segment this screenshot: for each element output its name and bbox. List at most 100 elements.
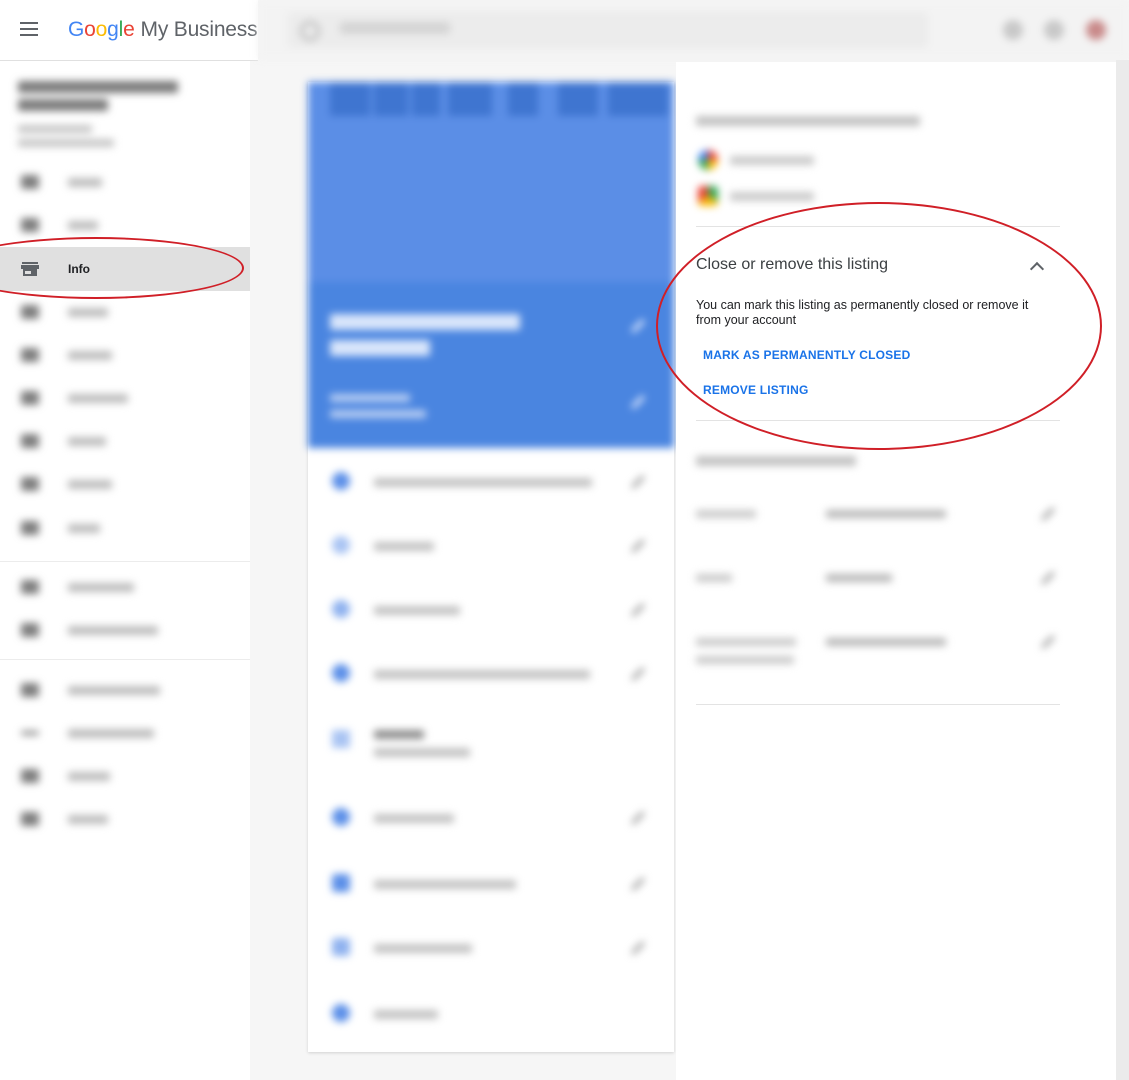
sidebar-item-create-ad[interactable]: [0, 566, 250, 608]
top-bar-brand-area: Google My Business: [0, 0, 258, 61]
sidebar-item-label: [68, 686, 160, 695]
row-label: [696, 510, 756, 518]
sidebar-item-insights[interactable]: [0, 291, 250, 333]
adwords-phone-row[interactable]: [696, 634, 1060, 702]
sidebar-item-label: Info: [68, 262, 90, 276]
services-row[interactable]: [308, 708, 674, 772]
avatar[interactable]: [1086, 20, 1106, 40]
row-value: [826, 638, 946, 646]
hours-row[interactable]: [308, 514, 674, 578]
camera-icon: [332, 1004, 350, 1022]
sidebar: Info: [0, 61, 250, 1080]
chevron-up-icon[interactable]: [1029, 261, 1045, 277]
edit-description-icon[interactable]: [630, 876, 646, 892]
logo-letter: g: [107, 18, 119, 41]
sidebar-item-messaging[interactable]: [0, 377, 250, 419]
sidebar-item-linked-accounts[interactable]: [0, 712, 250, 754]
locations-icon: [21, 683, 39, 697]
phone-value: [374, 606, 460, 615]
sidebar-item-label: [68, 308, 108, 317]
edit-icon[interactable]: [1040, 634, 1056, 650]
edit-attributes-icon[interactable]: [630, 810, 646, 826]
skyline-image: [308, 82, 674, 282]
edit-address-icon[interactable]: [630, 474, 646, 490]
opening-date-row[interactable]: [308, 916, 674, 980]
right-panel: Close or remove this listing You can mar…: [676, 62, 1116, 1080]
logo-product-name: My Business: [140, 18, 258, 41]
business-name: [18, 81, 188, 117]
top-bar: Google My Business: [0, 0, 1129, 62]
sidebar-item-home[interactable]: [0, 161, 250, 203]
messaging-icon: [21, 391, 39, 405]
sidebar-item-website[interactable]: [0, 463, 250, 505]
labels-row[interactable]: [696, 570, 1060, 638]
sidebar-divider: [0, 561, 250, 562]
photos-row[interactable]: [308, 982, 674, 1046]
sidebar-item-posts[interactable]: [0, 204, 250, 246]
search-icon: [300, 21, 320, 41]
sidebar-item-info[interactable]: Info: [0, 247, 250, 291]
mark-permanently-closed-button[interactable]: MARK AS PERMANENTLY CLOSED: [703, 348, 910, 362]
website-icon: [21, 477, 39, 491]
opening-date-value: [374, 944, 472, 953]
sidebar-item-support[interactable]: [0, 798, 250, 840]
sidebar-item-photos[interactable]: [0, 420, 250, 462]
edit-phone-icon[interactable]: [630, 602, 646, 618]
phone-icon: [332, 600, 350, 618]
sidebar-item-settings[interactable]: [0, 755, 250, 797]
divider: [696, 420, 1060, 421]
business-info-card: [308, 82, 674, 1052]
edit-name-icon[interactable]: [630, 318, 646, 334]
address-value: [374, 478, 592, 487]
edit-opening-date-icon[interactable]: [630, 940, 646, 956]
page-scrollbar[interactable]: [1116, 60, 1129, 1080]
posts-icon: [21, 218, 39, 232]
menu-icon[interactable]: [20, 22, 38, 36]
row-value: [826, 574, 892, 582]
cover-photo[interactable]: [308, 82, 674, 448]
edit-icon[interactable]: [1040, 570, 1056, 586]
google-my-business-logo[interactable]: Google My Business: [68, 18, 258, 42]
remove-listing-button[interactable]: REMOVE LISTING: [703, 383, 808, 397]
divider: [696, 226, 1060, 227]
sidebar-item-add-location[interactable]: [0, 609, 250, 651]
divider: [696, 704, 1060, 705]
edit-hours-icon[interactable]: [630, 538, 646, 554]
edit-category-icon[interactable]: [630, 394, 646, 410]
logo-letter: G: [68, 18, 85, 41]
top-bar-search-area: [258, 0, 1129, 60]
row-label: [696, 638, 796, 646]
search-box[interactable]: [288, 12, 928, 48]
description-row[interactable]: [308, 852, 674, 916]
sidebar-item-users[interactable]: [0, 507, 250, 549]
edit-icon[interactable]: [1040, 506, 1056, 522]
store-code-row[interactable]: [696, 506, 1060, 574]
attributes-row[interactable]: [308, 786, 674, 850]
sidebar-item-label: [68, 524, 100, 533]
sidebar-item-label: [68, 178, 102, 187]
support-icon: [21, 812, 39, 826]
view-on-search-link[interactable]: [730, 156, 814, 165]
logo-letter: o: [95, 18, 108, 41]
sidebar-item-manage-locations[interactable]: [0, 669, 250, 711]
attributes-value: [374, 814, 454, 823]
sidebar-item-label: [68, 815, 108, 824]
website-row[interactable]: [308, 642, 674, 706]
services-title: [374, 730, 424, 739]
google-search-icon: [698, 150, 718, 170]
logo-letter: o: [84, 18, 96, 41]
sidebar-item-label: [68, 394, 128, 403]
apps-icon[interactable]: [1003, 20, 1023, 40]
sidebar-item-reviews[interactable]: [0, 334, 250, 376]
notifications-icon[interactable]: [1044, 20, 1064, 40]
services-subtitle: [374, 748, 470, 757]
phone-row[interactable]: [308, 578, 674, 642]
view-on-maps-link[interactable]: [730, 192, 814, 201]
search-input[interactable]: [340, 22, 450, 34]
business-category: [330, 394, 426, 426]
sidebar-item-label: [68, 583, 134, 592]
sidebar-item-label: [68, 772, 110, 781]
edit-website-icon[interactable]: [630, 666, 646, 682]
address-row[interactable]: [308, 450, 674, 514]
row-value: [826, 510, 946, 518]
